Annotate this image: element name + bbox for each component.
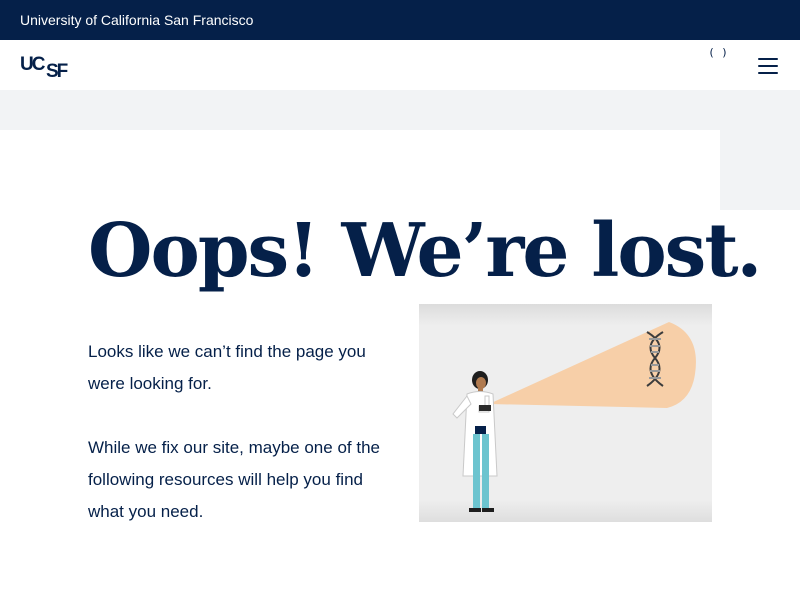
hamburger-icon[interactable] [756,56,780,76]
gray-band [0,90,800,130]
intro-paragraph: Looks like we can’t find the page you we… [88,342,366,393]
top-bar: University of California San Francisco [0,0,800,40]
flashlight-beam [489,322,696,408]
site-header: UC SF ( ) [0,40,800,90]
svg-text:SF: SF [46,61,68,78]
svg-text:UC: UC [20,54,46,75]
scientist-figure [452,371,498,512]
ucsf-logo[interactable]: UC SF [20,52,76,78]
scientist-flashlight-illustration [419,304,712,522]
institution-link[interactable]: University of California San Francisco [20,12,253,28]
page-title: Oops! We’re lost. [88,208,762,294]
search-icon[interactable]: ( ) [706,44,730,60]
help-paragraph: While we fix our site, maybe one of the … [88,438,380,521]
gray-band-right [720,130,800,210]
